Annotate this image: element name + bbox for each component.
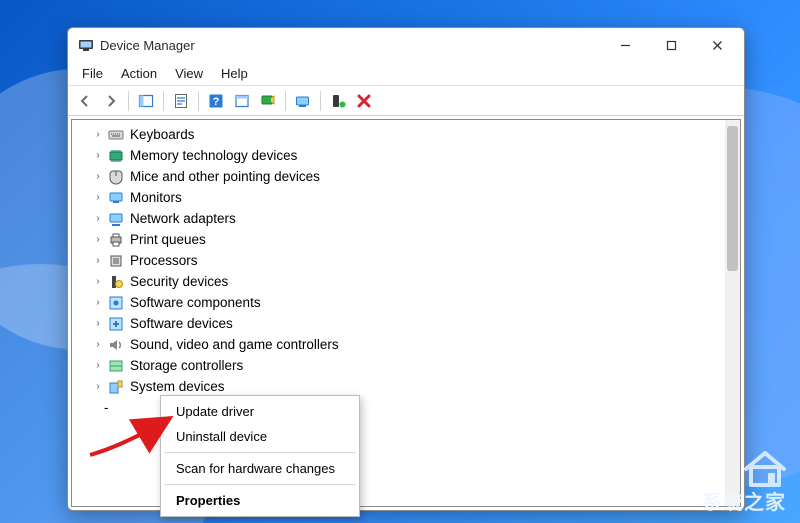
expand-icon[interactable]: › — [92, 339, 104, 350]
toolbar-help[interactable]: ? — [205, 90, 227, 112]
toolbar-console-tree[interactable] — [135, 90, 157, 112]
toolbar: ? — [68, 86, 744, 116]
monitor-icon — [108, 190, 124, 206]
security-icon — [108, 274, 124, 290]
tree-node-label: Keyboards — [130, 127, 195, 142]
mouse-icon — [108, 169, 124, 185]
printer-icon — [108, 232, 124, 248]
menu-view[interactable]: View — [167, 64, 211, 83]
context-menu-separator — [164, 452, 356, 453]
expand-icon[interactable]: › — [92, 360, 104, 371]
context-menu: Update driverUninstall device Scan for ha… — [160, 395, 360, 517]
expand-icon[interactable]: › — [92, 213, 104, 224]
toolbar-showhidden[interactable] — [231, 90, 253, 112]
tree-node[interactable]: › Print queues — [92, 229, 738, 250]
tree-node-label: System devices — [130, 379, 225, 394]
tree-node[interactable]: › Security devices — [92, 271, 738, 292]
tree-node[interactable]: › Keyboards — [92, 124, 738, 145]
tree-node-label: Memory technology devices — [130, 148, 297, 163]
network-icon — [108, 211, 124, 227]
menu-help[interactable]: Help — [213, 64, 256, 83]
expand-icon[interactable]: › — [92, 255, 104, 266]
memory-icon — [108, 148, 124, 164]
minimize-button[interactable] — [602, 30, 648, 60]
tree-node-label: Network adapters — [130, 211, 236, 226]
keyboard-icon — [108, 127, 124, 143]
expand-icon[interactable]: › — [92, 129, 104, 140]
vertical-scrollbar[interactable] — [725, 120, 740, 506]
tree-node[interactable]: › Memory technology devices — [92, 145, 738, 166]
context-menu-item[interactable]: Scan for hardware changes — [162, 456, 358, 481]
toolbar-update-driver[interactable] — [257, 90, 279, 112]
context-menu-item[interactable]: Uninstall device — [162, 424, 358, 449]
maximize-button[interactable] — [648, 30, 694, 60]
tree-node-label: Software devices — [130, 316, 233, 331]
context-menu-item[interactable]: Update driver — [162, 399, 358, 424]
tree-node-label: - — [104, 400, 109, 415]
tree-node-label: Processors — [130, 253, 198, 268]
swcomp-icon — [108, 295, 124, 311]
app-icon — [78, 37, 94, 53]
expand-icon[interactable]: › — [92, 318, 104, 329]
cpu-icon — [108, 253, 124, 269]
window-title: Device Manager — [100, 38, 195, 53]
toolbar-uninstall[interactable] — [353, 90, 375, 112]
toolbar-forward[interactable] — [100, 90, 122, 112]
tree-node[interactable]: › Storage controllers — [92, 355, 738, 376]
tree-node[interactable]: › Software components — [92, 292, 738, 313]
tree-node[interactable]: › Processors — [92, 250, 738, 271]
toolbar-scan[interactable] — [292, 90, 314, 112]
svg-text:?: ? — [213, 96, 220, 108]
watermark-text: 系统之家 — [702, 486, 786, 515]
storage-icon — [108, 358, 124, 374]
swdev-icon — [108, 316, 124, 332]
menu-action[interactable]: Action — [113, 64, 165, 83]
expand-icon[interactable]: › — [92, 171, 104, 182]
tree-node[interactable]: › Software devices — [92, 313, 738, 334]
expand-icon[interactable]: › — [92, 276, 104, 287]
tree-node[interactable]: › System devices — [92, 376, 738, 397]
expand-icon[interactable]: › — [92, 192, 104, 203]
desktop-background: Device Manager File Action View Help — [0, 0, 800, 523]
expand-icon[interactable]: › — [92, 150, 104, 161]
system-icon — [108, 379, 124, 395]
tree-node[interactable]: › Network adapters — [92, 208, 738, 229]
tree-node[interactable]: › Mice and other pointing devices — [92, 166, 738, 187]
scroll-thumb[interactable] — [727, 126, 738, 271]
context-menu-item[interactable]: Properties — [162, 488, 358, 513]
expand-icon[interactable]: › — [92, 381, 104, 392]
menu-file[interactable]: File — [74, 64, 111, 83]
close-button[interactable] — [694, 30, 740, 60]
tree-node-label: Sound, video and game controllers — [130, 337, 339, 352]
context-menu-separator — [164, 484, 356, 485]
watermark-logo-icon — [742, 449, 788, 489]
toolbar-properties[interactable] — [170, 90, 192, 112]
tree-node-label: Print queues — [130, 232, 206, 247]
expand-icon[interactable]: › — [92, 297, 104, 308]
expand-icon[interactable]: › — [92, 234, 104, 245]
tree-node-label: Security devices — [130, 274, 228, 289]
tree-node[interactable]: › Monitors — [92, 187, 738, 208]
toolbar-enable[interactable] — [327, 90, 349, 112]
titlebar[interactable]: Device Manager — [68, 28, 744, 62]
menubar: File Action View Help — [68, 62, 744, 86]
sound-icon — [108, 337, 124, 353]
tree-node-label: Storage controllers — [130, 358, 243, 373]
tree-node-label: Monitors — [130, 190, 182, 205]
tree-node-label: Software components — [130, 295, 261, 310]
toolbar-back[interactable] — [74, 90, 96, 112]
tree-node-label: Mice and other pointing devices — [130, 169, 320, 184]
tree-node[interactable]: › Sound, video and game controllers — [92, 334, 738, 355]
